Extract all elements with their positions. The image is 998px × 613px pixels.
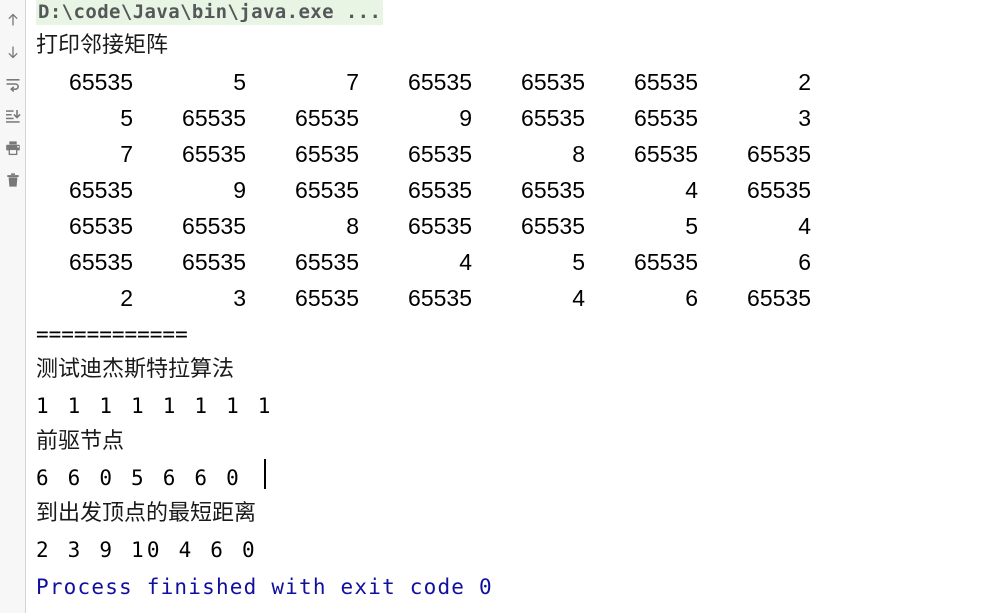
up-arrow-icon[interactable]	[0, 4, 26, 36]
print-icon[interactable]	[0, 132, 26, 164]
matrix-cell: 6	[685, 285, 698, 311]
matrix-row: 65535 65535 8 65535 65535 5 4	[26, 208, 998, 244]
matrix-cell: 65535	[634, 69, 698, 95]
matrix-cell: 65535	[69, 177, 133, 203]
matrix-cell: 7	[120, 141, 133, 167]
matrix-cell: 65535	[182, 105, 246, 131]
matrix-row: 65535 5 7 65535 65535 65535 2	[26, 64, 998, 100]
matrix-cell: 65535	[295, 141, 359, 167]
matrix-cell: 65535	[69, 213, 133, 239]
matrix-row: 7 65535 65535 65535 8 65535 65535	[26, 136, 998, 172]
matrix-cell: 65535	[182, 249, 246, 275]
visited-array-row: 1 1 1 1 1 1 1 1	[36, 394, 274, 418]
scroll-to-end-icon[interactable]	[0, 100, 26, 132]
matrix-cell: 65535	[295, 249, 359, 275]
trash-icon[interactable]	[0, 164, 26, 196]
matrix-cell: 7	[346, 69, 359, 95]
matrix-cell: 3	[798, 105, 811, 131]
matrix-cell: 65535	[521, 177, 585, 203]
matrix-cell: 65535	[182, 213, 246, 239]
predecessor-array-row: 6 6 0 5 6 6 0	[36, 466, 258, 490]
down-arrow-icon[interactable]	[0, 36, 26, 68]
matrix-cell: 9	[233, 177, 246, 203]
distance-array-row: 2 3 9 10 4 6 0	[36, 538, 258, 562]
matrix-cell: 65535	[295, 285, 359, 311]
matrix-cell: 4	[572, 285, 585, 311]
matrix-cell: 65535	[295, 105, 359, 131]
matrix-cell: 65535	[521, 105, 585, 131]
matrix-cell: 65535	[408, 177, 472, 203]
run-console-window: D:\code\Java\bin\java.exe ... 打印邻接矩阵 655…	[0, 0, 998, 613]
matrix-cell: 4	[685, 177, 698, 203]
matrix-cell: 65535	[182, 141, 246, 167]
matrix-cell: 65535	[69, 69, 133, 95]
matrix-cell: 65535	[408, 69, 472, 95]
matrix-cell: 8	[572, 141, 585, 167]
matrix-cell: 65535	[747, 141, 811, 167]
command-line-text: D:\code\Java\bin\java.exe ...	[36, 0, 384, 25]
heading-test-dijkstra: 测试迪杰斯特拉算法	[36, 357, 235, 382]
matrix-cell: 2	[798, 69, 811, 95]
matrix-cell: 65535	[408, 285, 472, 311]
heading-shortest-distance: 到出发顶点的最短距离	[36, 501, 257, 526]
matrix-cell: 65535	[521, 213, 585, 239]
process-finished-message: Process finished with exit code 0	[36, 575, 493, 599]
matrix-cell: 65535	[634, 105, 698, 131]
matrix-cell: 65535	[69, 249, 133, 275]
matrix-cell: 65535	[295, 177, 359, 203]
matrix-row: 5 65535 65535 9 65535 65535 3	[26, 100, 998, 136]
matrix-cell: 65535	[408, 141, 472, 167]
matrix-cell: 2	[120, 285, 133, 311]
heading-print-adjacency-matrix: 打印邻接矩阵	[36, 33, 169, 58]
heading-predecessor-nodes: 前驱节点	[36, 429, 125, 454]
matrix-cell: 5	[685, 213, 698, 239]
matrix-cell: 6	[798, 249, 811, 275]
matrix-row: 65535 9 65535 65535 65535 4 65535	[26, 172, 998, 208]
matrix-cell: 65535	[747, 285, 811, 311]
matrix-cell: 8	[346, 213, 359, 239]
command-line: D:\code\Java\bin\java.exe ...	[26, 0, 998, 25]
matrix-cell: 65535	[408, 213, 472, 239]
matrix-cell: 9	[459, 105, 472, 131]
matrix-cell: 5	[572, 249, 585, 275]
text-caret	[264, 459, 266, 489]
matrix-row: 2 3 65535 65535 4 6 65535	[26, 280, 998, 316]
matrix-cell: 4	[459, 249, 472, 275]
matrix-cell: 5	[233, 69, 246, 95]
soft-wrap-icon[interactable]	[0, 68, 26, 100]
matrix-cell: 65535	[634, 249, 698, 275]
matrix-cell: 5	[120, 105, 133, 131]
separator-line: ============	[36, 322, 188, 346]
matrix-cell: 65535	[634, 141, 698, 167]
matrix-cell: 65535	[747, 177, 811, 203]
matrix-cell: 3	[233, 285, 246, 311]
matrix-row: 65535 65535 65535 4 5 65535 6	[26, 244, 998, 280]
run-tool-window-toolbar	[0, 0, 26, 613]
console-output-area[interactable]: D:\code\Java\bin\java.exe ... 打印邻接矩阵 655…	[26, 0, 998, 613]
matrix-cell: 4	[798, 213, 811, 239]
matrix-cell: 65535	[521, 69, 585, 95]
